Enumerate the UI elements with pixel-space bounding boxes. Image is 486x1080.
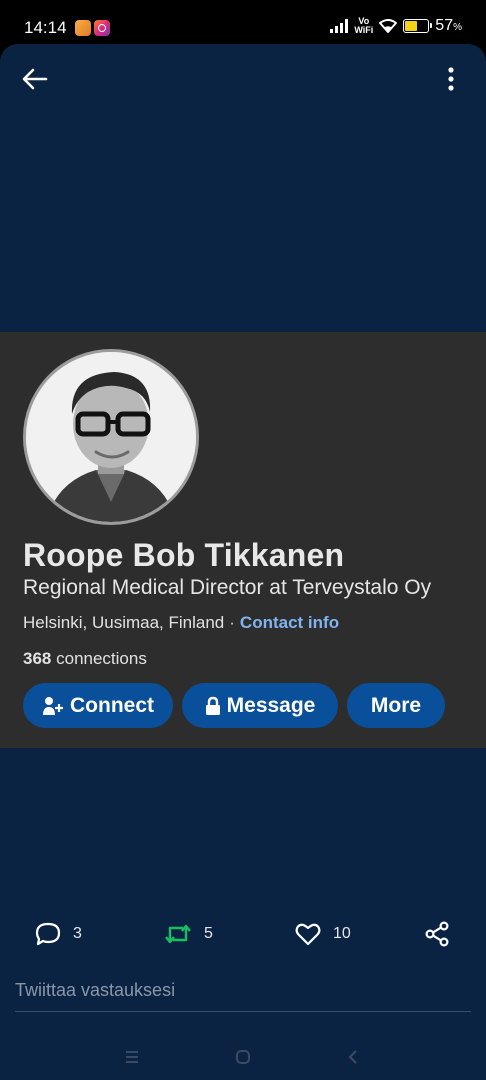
menu-icon [126, 1051, 138, 1063]
profile-location: Helsinki, Uusimaa, Finland [23, 613, 225, 632]
top-bar [0, 44, 486, 114]
back-button[interactable] [18, 62, 52, 96]
more-options-button[interactable] [434, 62, 468, 96]
like-action[interactable]: 10 [295, 916, 351, 952]
home-icon [236, 1050, 250, 1064]
more-vertical-icon [448, 67, 454, 91]
connections-label: connections [56, 649, 147, 668]
retweet-count: 5 [204, 925, 213, 942]
separator: · [229, 613, 235, 632]
reply-count: 3 [73, 925, 82, 942]
system-nav-bar [0, 1034, 486, 1080]
reply-input[interactable] [15, 972, 471, 1008]
more-button: More [347, 683, 445, 728]
wifi-icon [379, 19, 398, 33]
vowifi-indicator: Vo WiFi [354, 17, 373, 35]
like-count: 10 [333, 925, 351, 942]
status-bar: 14:14 Vo WiFi 57% [0, 0, 486, 44]
vowifi-line2: WiFi [354, 25, 374, 35]
heart-icon [295, 923, 321, 946]
connections-number: 368 [23, 649, 52, 668]
system-back-button[interactable] [338, 1042, 368, 1072]
retweet-action[interactable]: 5 [164, 916, 213, 952]
reply-field [15, 972, 471, 1012]
more-label: More [370, 693, 422, 717]
contact-info-link: Contact info [239, 613, 340, 632]
chevron-left-icon [348, 1050, 357, 1064]
reply-action[interactable]: 3 [35, 916, 82, 952]
message-label: Message [226, 693, 316, 717]
recent-apps-button[interactable] [117, 1042, 147, 1072]
profile-headline: Regional Medical Director at Terveystalo… [23, 576, 432, 599]
lock-icon [205, 696, 220, 715]
app-notification-icon [75, 20, 91, 36]
profile-photo [23, 349, 199, 525]
battery-percent: 57% [435, 17, 462, 35]
comment-icon [35, 922, 61, 946]
share-icon [425, 921, 449, 947]
location-row: Helsinki, Uusimaa, Finland · Contact info [23, 613, 339, 633]
connect-label: Connect [70, 693, 154, 717]
share-action[interactable] [424, 916, 450, 952]
battery-icon [403, 19, 433, 33]
retweet-icon [165, 924, 191, 944]
arrow-left-icon [22, 68, 48, 90]
status-indicators: Vo WiFi 57% [330, 16, 462, 36]
message-button: Message [182, 683, 338, 728]
battery-value: 57 [435, 17, 454, 34]
tweet-actions: 3 5 10 [0, 916, 486, 952]
profile-card-image: Roope Bob Tikkanen Regional Medical Dire… [0, 332, 486, 748]
profile-photo-illustration [26, 352, 196, 522]
connect-button: Connect [23, 683, 173, 728]
instagram-icon [94, 20, 110, 36]
battery-unit: % [453, 22, 462, 33]
status-time: 14:14 [24, 18, 67, 37]
home-button[interactable] [228, 1042, 258, 1072]
image-viewer: Roope Bob Tikkanen Regional Medical Dire… [0, 44, 486, 1080]
add-person-icon [43, 696, 63, 715]
profile-name: Roope Bob Tikkanen [23, 537, 345, 573]
signal-icon [330, 19, 349, 33]
connections-count: 368 connections [23, 649, 147, 669]
